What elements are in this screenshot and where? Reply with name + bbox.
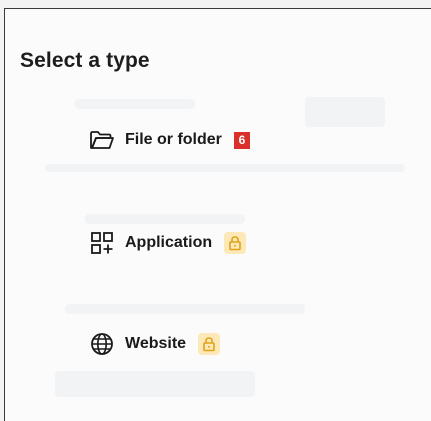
option-label: Application	[125, 234, 213, 251]
blurred-background-text	[45, 164, 405, 172]
dialog-title: Select a type	[20, 49, 150, 72]
blurred-background-block	[55, 371, 255, 397]
apps-add-icon	[89, 230, 115, 256]
folder-icon	[89, 127, 115, 153]
option-label: Website	[125, 335, 187, 352]
lock-icon	[198, 333, 221, 355]
lock-icon	[224, 232, 247, 254]
count-badge: 6	[233, 131, 250, 149]
option-application[interactable]: Application	[89, 230, 247, 256]
blurred-background-text	[65, 304, 305, 314]
blurred-background-block	[305, 97, 385, 127]
select-type-dialog: Select a type File or folder 6 Applicati…	[4, 8, 431, 421]
option-file-or-folder[interactable]: File or folder 6	[89, 127, 250, 153]
option-website[interactable]: Website	[89, 331, 221, 357]
option-label: File or folder	[125, 131, 222, 148]
blurred-background-text	[85, 214, 245, 224]
blurred-background-text	[75, 99, 195, 109]
globe-icon	[89, 331, 115, 357]
